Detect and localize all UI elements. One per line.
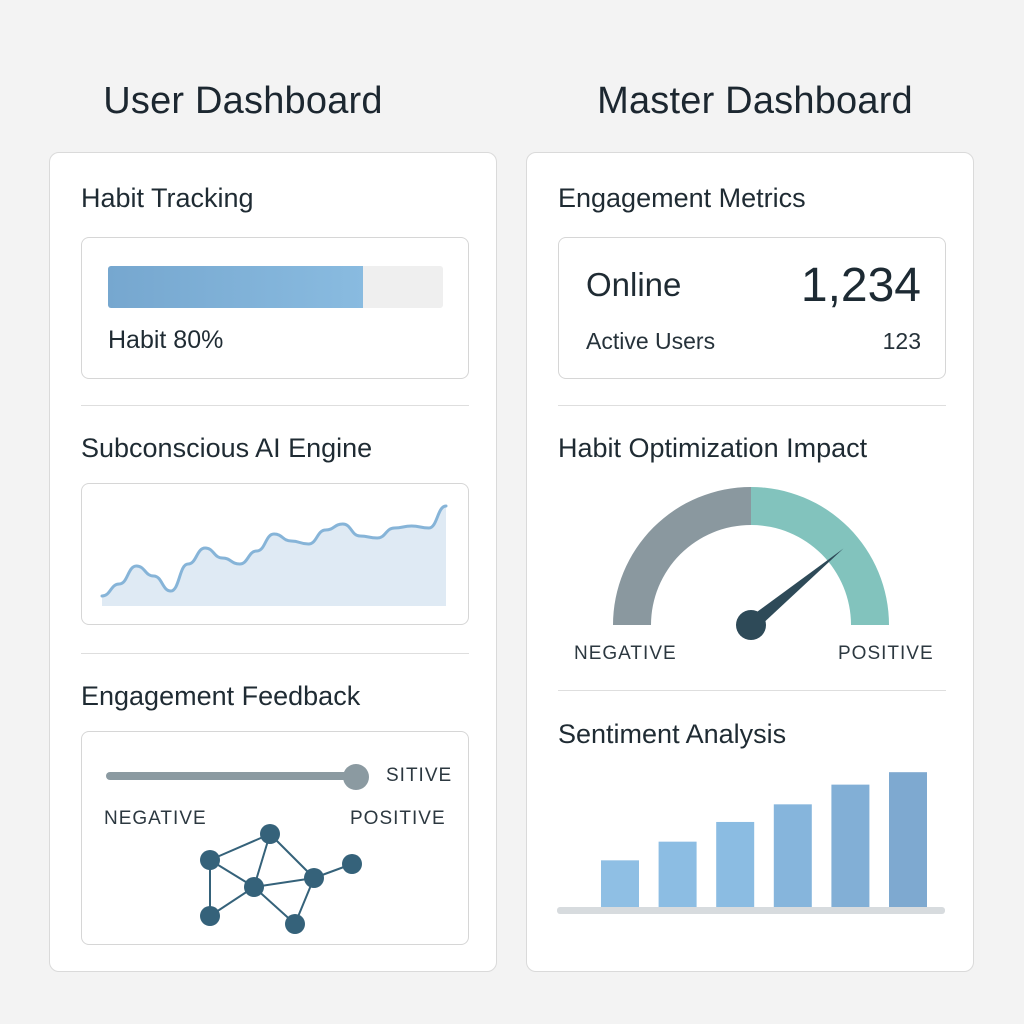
habit-impact-title: Habit Optimization Impact [558, 433, 868, 463]
sentiment-bar [889, 772, 927, 907]
user-dashboard-title: User Dashboard [103, 80, 383, 122]
network-graph-icon [200, 824, 362, 934]
sentiment-title: Sentiment Analysis [558, 719, 787, 749]
bar-chart-baseline [557, 907, 945, 914]
sentiment-bar [831, 784, 870, 907]
habit-progress-fill [108, 266, 363, 308]
network-node [285, 914, 305, 934]
gauge-negative-label: NEGATIVE [574, 643, 677, 664]
sentiment-bar-chart [557, 772, 945, 914]
network-node [200, 906, 220, 926]
user-dashboard-panel: Habit Tracking Habit 80% Subconscious AI… [49, 152, 497, 972]
ai-engine-area-chart [100, 504, 448, 606]
gauge-negative-arc [613, 487, 751, 625]
habit-progress-bar [108, 266, 443, 308]
sentiment-bar [716, 821, 755, 907]
network-node [260, 824, 280, 844]
master-dashboard-title: Master Dashboard [597, 80, 913, 122]
online-label: Online [586, 266, 682, 303]
ai-engine-title: Subconscious AI Engine [81, 433, 373, 463]
master-dashboard-panel: Engagement Metrics Online 1,234 Active U… [526, 152, 974, 972]
habit-progress-label: Habit 80% [108, 326, 224, 354]
engagement-metrics-card: Online 1,234 Active Users 123 [558, 237, 946, 379]
sentiment-bar [773, 804, 812, 907]
engagement-metrics-title: Engagement Metrics [558, 183, 806, 213]
network-node [304, 868, 324, 888]
section-divider [81, 405, 469, 406]
active-users-label: Active Users [586, 328, 716, 354]
habit-tracking-title: Habit Tracking [81, 183, 254, 213]
gauge-positive-label: POSITIVE [838, 643, 934, 664]
impact-gauge [613, 487, 889, 640]
habit-tracking-card: Habit 80% [81, 237, 469, 379]
sentiment-bar [601, 860, 639, 907]
network-node [342, 854, 362, 874]
sentiment-bar [658, 841, 697, 907]
network-node [200, 850, 220, 870]
section-divider [558, 405, 946, 406]
engagement-feedback-card: SITIVE NEGATIVE POSITIVE [81, 731, 469, 945]
active-users-value: 123 [882, 328, 921, 354]
section-divider [81, 653, 469, 654]
area-fill [102, 506, 446, 606]
section-divider [558, 690, 946, 691]
network-node [244, 877, 264, 897]
ai-engine-card [81, 483, 469, 625]
engagement-feedback-title: Engagement Feedback [81, 681, 361, 711]
gauge-hub [736, 610, 766, 640]
online-value: 1,234 [800, 259, 921, 312]
